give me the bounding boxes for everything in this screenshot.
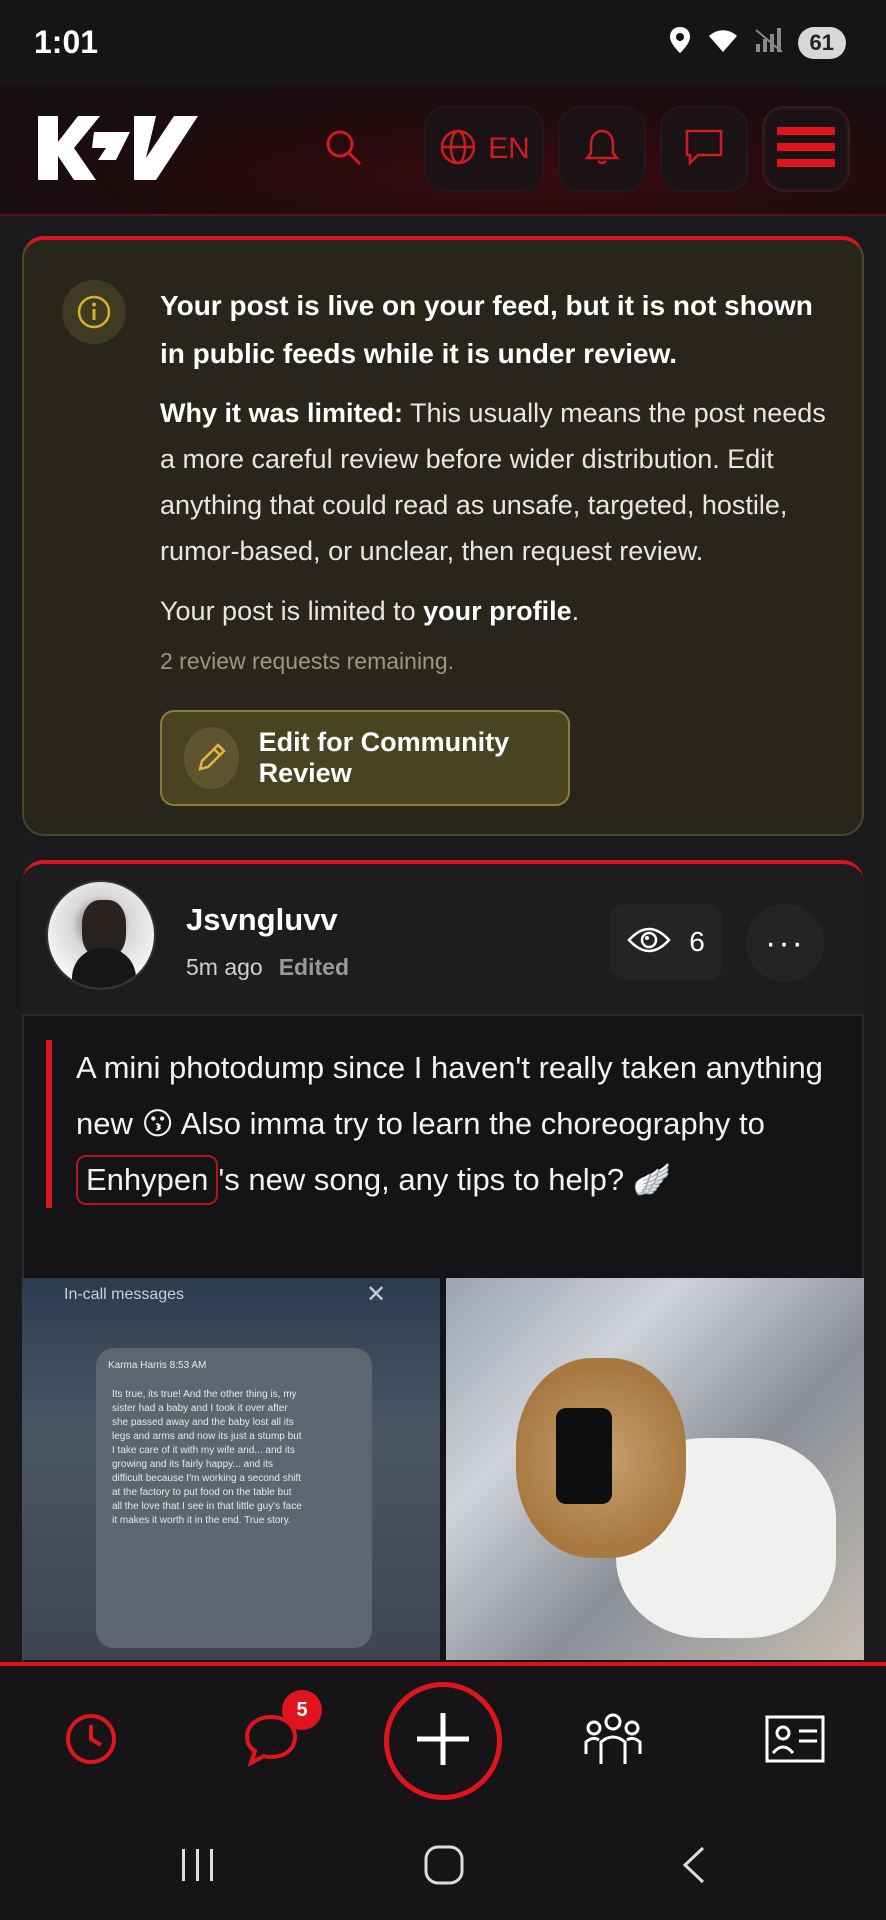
notice-limited-suffix: .: [571, 596, 580, 626]
review-notice: Your post is live on your feed, but it i…: [22, 236, 864, 836]
post-header: Jsvngluvv 5m ago Edited 6 ···: [22, 864, 864, 1016]
menu-button[interactable]: [762, 106, 850, 192]
avatar[interactable]: [46, 880, 156, 990]
app-header: EN: [0, 86, 886, 216]
photo1-message: Its true, its true! And the other thing …: [112, 1389, 302, 1526]
nav-history[interactable]: [56, 1706, 126, 1776]
more-icon: ···: [765, 923, 805, 962]
nav-messages[interactable]: 5: [236, 1690, 322, 1776]
nav-create[interactable]: [384, 1682, 502, 1800]
home-icon: [423, 1844, 465, 1891]
edit-for-review-button[interactable]: Edit for Community Review: [160, 710, 570, 806]
post-photo-1[interactable]: In-call messages ✕ Karma Harris 8:53 AM …: [22, 1278, 440, 1660]
battery-indicator: 61: [797, 26, 846, 59]
post-username[interactable]: Jsvngluvv: [186, 902, 338, 938]
status-time: 1:01: [34, 24, 99, 60]
avatar-body: [72, 948, 136, 988]
notifications-button[interactable]: [558, 106, 646, 192]
recent-apps-icon: [178, 1845, 218, 1890]
chat-icon: [684, 128, 724, 171]
notice-limited: Your post is limited to your profile.: [160, 588, 840, 634]
post-meta: 5m ago Edited: [186, 954, 349, 981]
nav-community[interactable]: [578, 1706, 648, 1776]
post-text-part2: 's new song, any tips to help? 🪽: [218, 1162, 672, 1197]
edit-for-review-label: Edit for Community Review: [258, 727, 510, 788]
back-icon: [679, 1844, 709, 1891]
photo1-sender: Karma Harris 8:53 AM: [108, 1360, 207, 1371]
search-button[interactable]: [318, 124, 368, 174]
search-icon: [323, 127, 363, 172]
pencil-icon: [184, 727, 239, 789]
menu-icon: [777, 125, 835, 174]
system-nav-bar: [0, 1812, 886, 1920]
community-icon: [583, 1710, 643, 1773]
messages-badge: 5: [282, 1690, 322, 1730]
view-count[interactable]: 6: [610, 904, 722, 980]
photo1-close-icon: ✕: [366, 1281, 387, 1308]
bottom-nav: 5: [0, 1662, 886, 1812]
notice-limited-prefix: Your post is limited to: [160, 596, 424, 626]
photo1-title: In-call messages: [64, 1286, 185, 1303]
back-button[interactable]: [664, 1842, 724, 1892]
profile-card-icon: [765, 1715, 825, 1768]
mention-tag[interactable]: Enhypen: [76, 1155, 219, 1205]
photo2-phone: [556, 1408, 612, 1504]
globe-icon: [438, 127, 478, 172]
status-icons: 61: [668, 26, 846, 59]
post-text-part1: A mini photodump since I haven't really …: [76, 1050, 823, 1141]
post-edited-label: Edited: [278, 954, 349, 980]
eye-icon: [627, 924, 671, 961]
bell-icon: [584, 127, 620, 172]
notice-body: Your post is live on your feed, but it i…: [160, 282, 840, 675]
post-time: 5m ago: [186, 954, 263, 980]
info-icon: [62, 280, 126, 344]
more-options-button[interactable]: ···: [746, 904, 824, 982]
home-button[interactable]: [414, 1842, 474, 1892]
create-icon: [413, 1709, 473, 1774]
review-requests-remaining: 2 review requests remaining.: [160, 648, 455, 674]
history-icon: [63, 1711, 119, 1772]
notice-why: Why it was limited: This usually means t…: [160, 390, 840, 574]
recent-apps-button[interactable]: [168, 1842, 228, 1892]
view-count-value: 6: [689, 926, 705, 957]
language-label: EN: [488, 132, 530, 165]
status-bar: 1:01 61: [0, 0, 886, 86]
language-button[interactable]: EN: [424, 106, 544, 192]
notice-limited-target: your profile: [423, 596, 572, 626]
photo-gallery: In-call messages ✕ Karma Harris 8:53 AM …: [22, 1278, 864, 1660]
post-text: A mini photodump since I haven't really …: [46, 1040, 836, 1208]
signal-icon: [754, 26, 784, 59]
wifi-icon: [706, 26, 740, 59]
nav-profile[interactable]: [760, 1706, 830, 1776]
location-icon: [668, 26, 692, 59]
app-logo[interactable]: [34, 112, 200, 184]
post-photo-2[interactable]: [446, 1278, 864, 1660]
notice-why-label: Why it was limited:: [160, 398, 404, 428]
notice-title: Your post is live on your feed, but it i…: [160, 290, 813, 369]
messages-button[interactable]: [660, 106, 748, 192]
